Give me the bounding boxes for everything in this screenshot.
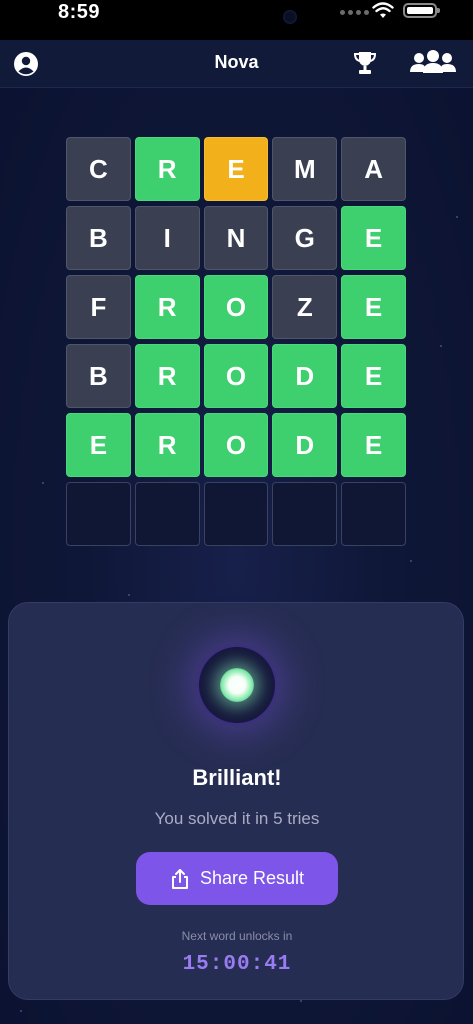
result-subtitle: You solved it in 5 tries (154, 809, 320, 828)
star-decoration (128, 594, 130, 596)
letter-tile-green: D (272, 344, 338, 408)
letter-tile-gray: B (66, 206, 131, 270)
result-card: Brilliant! You solved it in 5 tries Shar… (8, 602, 464, 1000)
star-decoration (20, 1010, 22, 1012)
letter-tile-empty (203, 482, 269, 546)
letter-tile-gray: I (134, 206, 200, 270)
board-row: BRODE (66, 344, 406, 408)
result-title: Brilliant! (192, 765, 282, 790)
letter-tile-empty (341, 482, 406, 546)
letter-tile-empty (134, 482, 200, 546)
camera-icon (283, 10, 297, 24)
letter-tile-green: O (203, 275, 269, 339)
status-time: 8:59 (58, 1, 101, 23)
wifi-icon (372, 2, 394, 18)
letter-tile-yellow: E (203, 137, 269, 201)
game-board: CREMABINGEFROZEBRODEERODE (66, 137, 406, 551)
friends-icon[interactable] (408, 48, 458, 78)
trophy-icon[interactable] (350, 48, 380, 78)
letter-tile-gray: B (66, 344, 131, 408)
page-title: Nova (214, 52, 259, 72)
letter-tile-empty (66, 482, 131, 546)
app-screen: 8:59 Nova C R E M A B I N G E F R O Z E … (0, 0, 473, 1024)
glow-orb-icon (199, 647, 275, 723)
letter-tile-empty (272, 482, 338, 546)
star-decoration (456, 216, 458, 218)
letter-tile-green: R (134, 344, 200, 408)
countdown-timer: 15:00:41 (182, 953, 292, 976)
board-row: BINGE (66, 206, 406, 270)
star-decoration (300, 1000, 302, 1002)
star-decoration (42, 482, 44, 484)
letter-tile-green: E (66, 413, 131, 477)
letter-tile-gray: Z (272, 275, 338, 339)
star-decoration (410, 560, 412, 562)
letter-tile-green: O (203, 344, 269, 408)
letter-tile-green: E (341, 206, 406, 270)
letter-tile-gray: C (66, 137, 131, 201)
letter-tile-gray: G (272, 206, 338, 270)
share-button-label: Share Result (199, 868, 305, 888)
letter-tile-green: E (341, 413, 406, 477)
letter-tile-gray: M (272, 137, 338, 201)
status-bar: 8:59 (0, 0, 473, 40)
letter-tile-green: E (341, 275, 406, 339)
signal-icon (340, 10, 369, 15)
letter-tile-gray: N (203, 206, 269, 270)
next-word-label: Next word unlocks in (181, 929, 293, 943)
share-icon (171, 868, 188, 889)
letter-tile-green: D (272, 413, 338, 477)
letter-tile-green: R (134, 137, 200, 201)
letter-tile-green: R (134, 275, 200, 339)
board-row (66, 482, 406, 546)
letter-tile-green: R (134, 413, 200, 477)
battery-icon (403, 3, 440, 18)
star-decoration (440, 345, 442, 347)
letter-tile-gray: F (66, 275, 131, 339)
board-row: CREMA (66, 137, 406, 201)
board-row: ERODE (66, 413, 406, 477)
letter-tile-green: E (341, 344, 406, 408)
letter-tile-green: O (203, 413, 269, 477)
letter-tile-gray: A (341, 137, 406, 201)
board-row: FROZE (66, 275, 406, 339)
top-header: Nova (0, 40, 473, 88)
share-result-button[interactable]: Share Result (136, 852, 338, 905)
